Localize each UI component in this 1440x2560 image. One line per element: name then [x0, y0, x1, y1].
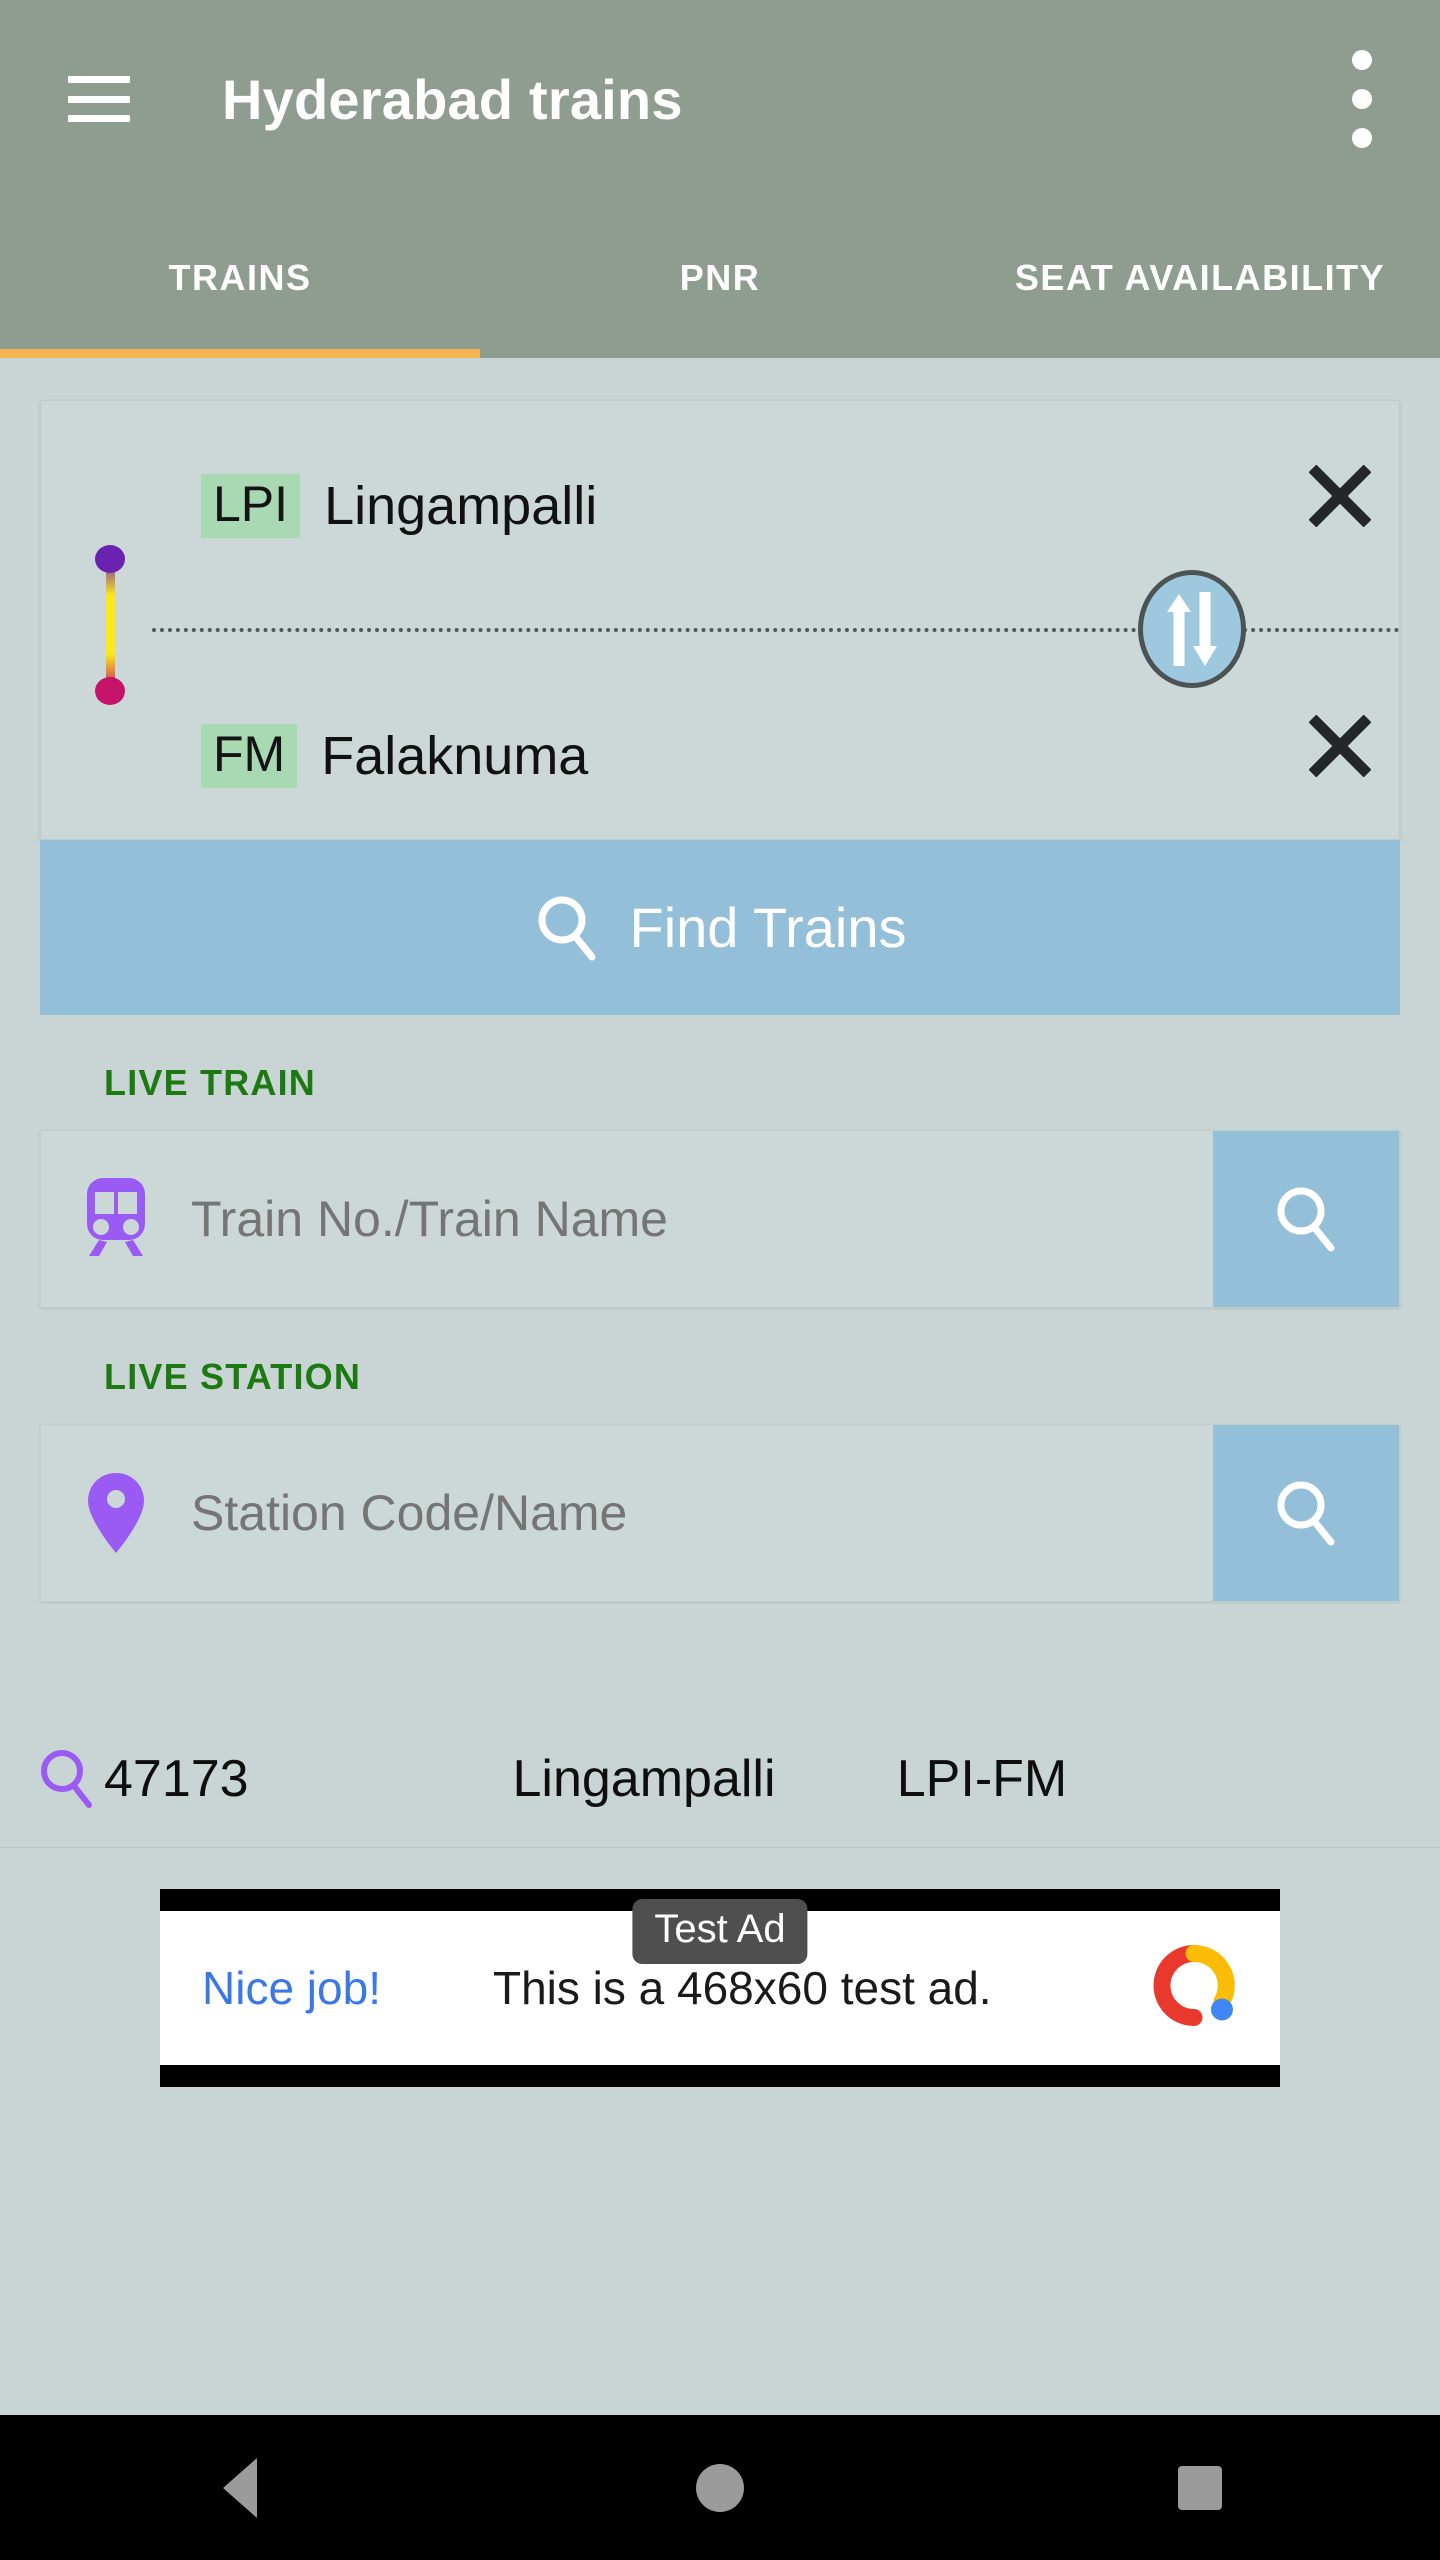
from-station-row[interactable]: LPI Lingampalli: [201, 463, 597, 549]
route-indicator: [95, 545, 125, 705]
hamburger-line: [68, 115, 130, 122]
hamburger-line: [68, 76, 130, 83]
to-station-name: Falaknuma: [321, 726, 589, 786]
live-train-search-button[interactable]: [1213, 1131, 1399, 1307]
system-navigation-bar: [0, 2415, 1440, 2560]
recent-search-item[interactable]: 47173 Lingampalli LPI-FM: [0, 1710, 1440, 1848]
clear-from-station-icon[interactable]: [1304, 460, 1376, 532]
search-icon: [1277, 1481, 1335, 1546]
ad-banner[interactable]: Nice job! This is a 468x60 test ad. Test…: [160, 1889, 1280, 2087]
nav-back-button[interactable]: [170, 2438, 310, 2538]
search-icon: [36, 1747, 98, 1811]
route-line: [106, 559, 115, 691]
ad-bottom-bar: [160, 2065, 1280, 2087]
find-trains-label: Find Trains: [629, 896, 907, 959]
clear-to-station-icon[interactable]: [1304, 710, 1376, 782]
live-train-row: [40, 1130, 1400, 1308]
tab-trains[interactable]: TRAINS: [0, 198, 480, 358]
more-vertical-icon[interactable]: [1350, 50, 1374, 148]
to-station-row[interactable]: FM Falaknuma: [201, 713, 588, 799]
hamburger-menu-icon[interactable]: [68, 76, 130, 122]
find-trains-button[interactable]: Find Trains: [40, 840, 1400, 1015]
tab-seat-availability[interactable]: SEAT AVAILABILITY: [960, 198, 1440, 358]
live-station-label: LIVE STATION: [104, 1356, 362, 1397]
live-station-row: [40, 1424, 1400, 1602]
from-station-name: Lingampalli: [324, 476, 598, 536]
route-start-dot: [95, 545, 125, 573]
recent-route-code: LPI-FM: [896, 1749, 1068, 1808]
nav-recents-button[interactable]: [1130, 2438, 1270, 2538]
overflow-dot: [1352, 89, 1372, 109]
ad-description: This is a 468x60 test ad.: [492, 1962, 992, 2014]
overflow-dot: [1352, 128, 1372, 148]
swap-stations-button[interactable]: [1138, 570, 1246, 688]
ad-body[interactable]: Nice job! This is a 468x60 test ad. Test…: [160, 1899, 1280, 2065]
overflow-dot: [1352, 50, 1372, 70]
route-end-dot: [95, 677, 125, 705]
live-train-label: LIVE TRAIN: [104, 1062, 317, 1103]
admob-logo-icon: [1148, 1940, 1240, 2037]
app-bar: Hyderabad trains: [0, 0, 1440, 198]
from-station-code: LPI: [201, 473, 301, 539]
home-circle-icon: [696, 2463, 744, 2512]
back-triangle-icon: [223, 2457, 257, 2518]
recent-train-number: 47173: [104, 1749, 249, 1808]
live-train-input[interactable]: [191, 1131, 1213, 1307]
page-title: Hyderabad trains: [222, 67, 683, 131]
tab-pnr[interactable]: PNR: [480, 198, 960, 358]
live-station-input[interactable]: [191, 1425, 1213, 1601]
search-icon: [538, 896, 595, 960]
recents-square-icon: [1178, 2465, 1222, 2510]
map-pin-icon: [41, 1425, 191, 1601]
ad-test-badge: Test Ad: [632, 1899, 808, 1964]
to-station-code: FM: [201, 723, 298, 789]
ad-cta-text: Nice job!: [202, 1962, 381, 2014]
live-station-search-button[interactable]: [1213, 1425, 1399, 1601]
search-icon: [1277, 1187, 1335, 1252]
app-screen: Hyderabad trains TRAINS PNR SEAT AVAILAB…: [0, 0, 1440, 2560]
hamburger-line: [68, 95, 130, 103]
nav-home-button[interactable]: [650, 2438, 790, 2538]
recent-station-name: Lingampalli: [512, 1749, 776, 1808]
tab-bar: TRAINS PNR SEAT AVAILABILITY: [0, 198, 1440, 358]
swap-vertical-icon: [1167, 592, 1217, 666]
train-icon: [41, 1131, 191, 1307]
active-tab-indicator: [0, 349, 480, 358]
